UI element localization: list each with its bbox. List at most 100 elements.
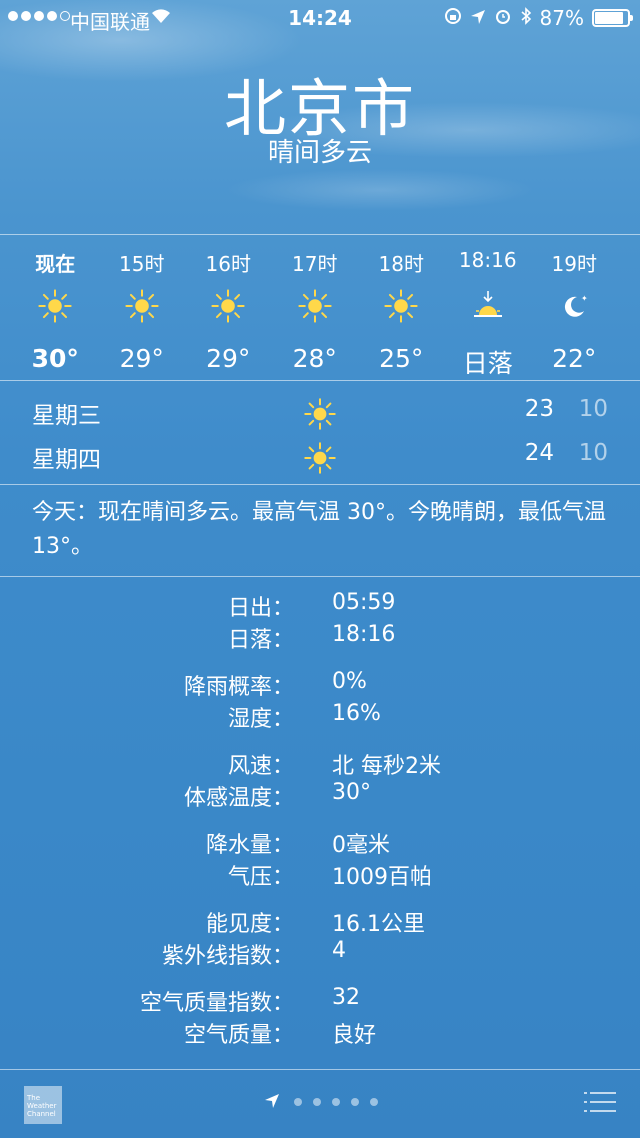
hour-temp: 22° [552,344,597,373]
today-summary: 今天：现在晴间多云。最高气温 30°。今晚晴朗，最低气温 13°。 [32,500,606,559]
status-bar: 中国联通 14:24 87% [0,0,640,36]
hour-label: 18:16 [458,248,517,272]
detail-value: 4 [332,938,346,963]
sun-icon [304,442,336,474]
day-high-temp: 23 [524,396,554,422]
sun-icon [358,282,445,330]
detail-row: 体感温度： 30° [0,780,640,812]
detail-label: 气压： [227,865,294,890]
detail-row: 气压： 1009百帕 [0,859,640,891]
detail-label: 湿度： [227,707,294,732]
bluetooth-icon [520,6,532,30]
alarm-clock-icon [494,6,512,30]
detail-value: 良好 [332,1023,377,1048]
moon-icon: ✦ [531,282,618,330]
day-low-temp: 10 [578,396,608,422]
hourly-item: 15时 29° [99,236,186,380]
svg-text:✦: ✦ [581,294,588,303]
hourly-item: 18:16 日落 [445,236,532,380]
hour-temp: 29° [206,344,251,373]
sun-icon [12,282,99,330]
hour-label: 现在 [35,252,76,276]
detail-label: 风速： [227,754,294,779]
sun-icon [99,282,186,330]
battery-icon [592,9,633,27]
divider [0,484,640,485]
day-name: 星期四 [32,447,101,473]
sun-icon [185,282,272,330]
detail-row: 紫外线指数： 4 [0,938,640,970]
hourly-forecast[interactable]: 现在 30° 15时 29° 16时 29° 17时 28° 18时 25° 1… [12,236,632,380]
daily-row: 星期三 23 10 [0,390,640,434]
weather-channel-logo[interactable]: The Weather Channel [24,1086,62,1124]
detail-label: 日落： [227,628,294,653]
hour-label: 16时 [205,252,251,276]
detail-value: 32 [332,985,360,1010]
hourly-item: 19时 ✦ 22° [531,236,618,380]
bottom-toolbar: The Weather Channel [0,1070,640,1138]
day-name: 星期三 [32,403,101,429]
detail-row: 降水量： 0毫米 [0,827,640,859]
day-low-temp: 10 [578,440,608,466]
detail-row: 空气质量指数： 32 [0,985,640,1017]
detail-value: 30° [332,780,371,805]
sun-icon [272,282,359,330]
detail-value: 16% [332,701,381,726]
detail-label: 体感温度： [183,786,294,811]
hour-temp: 30° [31,344,79,373]
hour-label: 19时 [551,252,597,276]
location-arrow-icon [470,6,486,30]
detail-label: 能见度： [205,912,294,937]
hour-temp: 28° [292,344,337,373]
battery-percent: 87% [539,6,584,30]
page-dot[interactable] [332,1098,340,1106]
hourly-item: 16时 29° [185,236,272,380]
city-list-icon[interactable] [584,1091,616,1113]
detail-row: 日落： 18:16 [0,622,640,654]
current-location-icon[interactable] [264,1093,280,1109]
detail-value: 北 每秒2米 [332,754,441,779]
hourly-item: 现在 30° [12,236,99,380]
detail-label: 空气质量指数： [139,991,294,1016]
detail-label: 降水量： [205,833,294,858]
hour-label: 15时 [119,252,165,276]
detail-value: 0% [332,669,367,694]
page-dot[interactable] [294,1098,302,1106]
rotation-lock-icon [444,6,462,30]
sunset-icon [445,282,532,330]
hour-label: 17时 [292,252,338,276]
detail-row: 降雨概率： 0% [0,669,640,701]
detail-label: 空气质量： [183,1023,294,1048]
day-high-temp: 24 [524,440,554,466]
hourly-item: 18时 25° [358,236,445,380]
detail-value: 16.1公里 [332,912,425,937]
detail-value: 1009百帕 [332,865,432,890]
page-dot[interactable] [351,1098,359,1106]
detail-label: 日出： [227,596,294,621]
sun-icon [304,398,336,430]
detail-value: 0毫米 [332,833,390,858]
detail-value: 18:16 [332,622,396,647]
detail-row: 风速： 北 每秒2米 [0,748,640,780]
divider [0,576,640,577]
detail-value: 05:59 [332,590,396,615]
hour-temp: 29° [119,344,164,373]
page-indicator[interactable] [294,1098,378,1106]
hour-temp: 25° [379,344,424,373]
hour-temp: 日落 [462,349,513,378]
detail-row: 湿度： 16% [0,701,640,733]
daily-row: 星期四 24 10 [0,434,640,478]
detail-row: 空气质量： 良好 [0,1017,640,1049]
page-dot[interactable] [313,1098,321,1106]
divider [0,234,640,235]
weather-details: 日出： 05:59 日落： 18:16 降雨概率： 0% 湿度： 16% 风速：… [0,590,640,1049]
divider [0,380,640,381]
detail-label: 降雨概率： [183,675,294,700]
current-condition: 晴间多云 [267,138,372,168]
daily-forecast: 星期三 23 10 星期四 24 10 [0,390,640,478]
detail-row: 能见度： 16.1公里 [0,906,640,938]
detail-label: 紫外线指数： [161,944,294,969]
page-dot[interactable] [370,1098,378,1106]
detail-row: 日出： 05:59 [0,590,640,622]
hour-label: 18时 [378,252,424,276]
